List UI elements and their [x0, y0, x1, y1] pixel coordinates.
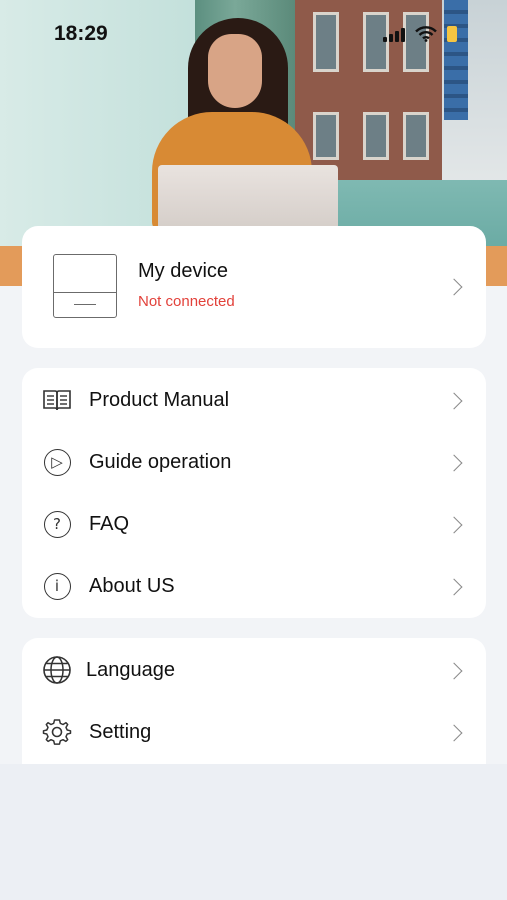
gear-icon	[42, 717, 72, 747]
chevron-right-icon	[445, 578, 463, 596]
menu-item-label: About US	[89, 575, 175, 597]
menu-item-faq[interactable]: ? FAQ	[22, 493, 486, 555]
globe-icon	[42, 655, 72, 685]
chevron-right-icon	[445, 662, 463, 680]
status-icons	[383, 26, 457, 42]
menu-item-language[interactable]: Language	[22, 639, 486, 701]
menu-item-setting[interactable]: Setting	[22, 701, 486, 763]
info-circle-icon: i	[42, 571, 72, 601]
status-time: 18:29	[54, 22, 108, 45]
my-device-card[interactable]: My device Not connected	[22, 226, 486, 348]
cellular-signal-icon	[383, 26, 405, 42]
menu-group-2: Language Setting	[22, 638, 486, 764]
chevron-right-icon	[445, 278, 463, 296]
menu-item-guide-operation[interactable]: ▷ Guide operation	[22, 431, 486, 493]
menu-item-product-manual[interactable]: Product Manual	[22, 369, 486, 431]
book-icon	[42, 385, 72, 415]
chevron-right-icon	[445, 454, 463, 472]
menu-group-1: Product Manual ▷ Guide operation ? FAQ i…	[22, 368, 486, 618]
device-name: My device	[138, 260, 229, 282]
battery-icon	[447, 26, 457, 42]
play-circle-icon: ▷	[42, 447, 72, 477]
chevron-right-icon	[445, 724, 463, 742]
question-circle-icon: ?	[42, 509, 72, 539]
status-bar: 18:29	[0, 0, 507, 70]
menu-item-label: FAQ	[89, 513, 130, 535]
wifi-icon	[415, 26, 437, 42]
chevron-right-icon	[445, 392, 463, 410]
menu-item-label: Product Manual	[89, 389, 230, 411]
chevron-right-icon	[445, 516, 463, 534]
device-status: Not connected	[138, 293, 235, 310]
menu-item-label: Language	[86, 659, 175, 681]
menu-item-label: Setting	[89, 721, 152, 743]
menu-item-about-us[interactable]: i About US	[22, 555, 486, 617]
menu-item-label: Guide operation	[89, 451, 232, 473]
device-icon	[53, 254, 117, 318]
